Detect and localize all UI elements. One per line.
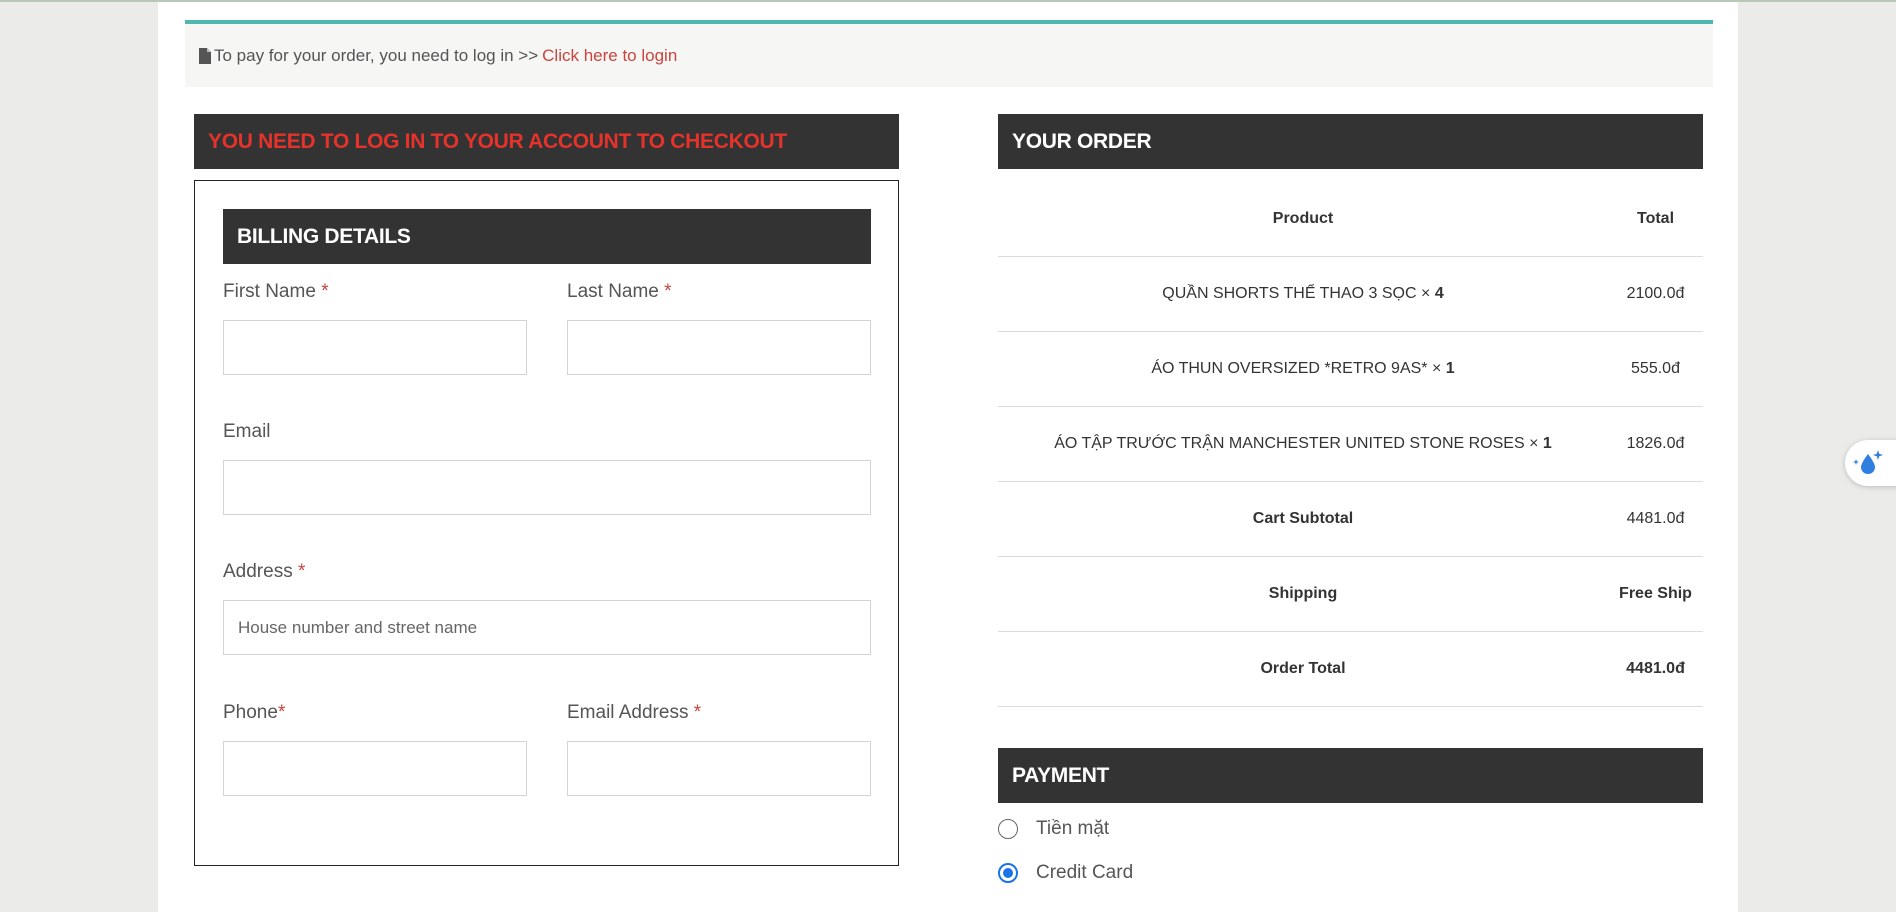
document-icon: [199, 47, 211, 64]
order-item-total: 2100.0đ: [1626, 285, 1685, 302]
order-item-total: 555.0đ: [1631, 360, 1680, 377]
order-table: Product Total QUẦN SHORTS THỂ THAO 3 SỌC…: [998, 182, 1703, 707]
payment-title: PAYMENT: [998, 748, 1703, 803]
phone-label: Phone*: [223, 702, 286, 723]
order-total-value: 4481.0đ: [1626, 660, 1685, 677]
radio-button-checked[interactable]: [998, 863, 1018, 883]
email-input[interactable]: [223, 460, 871, 515]
column-header-total: Total: [1636, 210, 1675, 227]
email-address-input[interactable]: [567, 741, 871, 796]
column-header-product: Product: [1272, 210, 1334, 227]
checkout-page: To pay for your order, you need to log i…: [158, 2, 1738, 912]
address-input[interactable]: [223, 600, 871, 655]
order-item-total: 1826.0đ: [1626, 435, 1685, 452]
your-order-title: YOUR ORDER: [998, 114, 1703, 169]
first-name-label: First Name *: [223, 281, 329, 302]
login-link[interactable]: Click here to login: [542, 46, 677, 66]
address-label: Address *: [223, 561, 306, 582]
login-notice: To pay for your order, you need to log i…: [185, 20, 1713, 87]
order-total-label: Order Total: [1260, 660, 1346, 677]
floating-extension-button[interactable]: [1845, 440, 1896, 486]
order-item-name: QUẦN SHORTS THỂ THAO 3 SỌC × 4: [1162, 285, 1444, 302]
email-label: Email: [223, 421, 271, 442]
phone-input[interactable]: [223, 741, 527, 796]
order-total-row: Order Total 4481.0đ: [998, 632, 1703, 707]
login-notice-text: To pay for your order, you need to log i…: [214, 45, 539, 65]
sparkle-drop-icon: [1853, 450, 1883, 474]
cart-subtotal-row: Cart Subtotal 4481.0đ: [998, 482, 1703, 557]
order-item-name: ÁO TẬP TRƯỚC TRẬN MANCHESTER UNITED STON…: [1054, 435, 1552, 452]
order-item-row: QUẦN SHORTS THỂ THAO 3 SỌC × 4 2100.0đ: [998, 257, 1703, 332]
billing-details-box: BILLING DETAILS First Name * Last Name *…: [194, 180, 899, 866]
order-item-row: ÁO TẬP TRƯỚC TRẬN MANCHESTER UNITED STON…: [998, 407, 1703, 482]
payment-option-cash[interactable]: Tiền mặt: [998, 818, 1109, 840]
order-table-header: Product Total: [998, 182, 1703, 257]
payment-option-label: Tiền mặt: [1036, 818, 1110, 839]
order-item-name: ÁO THUN OVERSIZED *RETRO 9AS* × 1: [1151, 360, 1455, 377]
billing-details-title: BILLING DETAILS: [223, 209, 871, 264]
shipping-value: Free Ship: [1619, 585, 1692, 602]
last-name-label: Last Name *: [567, 281, 672, 302]
cart-subtotal-value: 4481.0đ: [1626, 510, 1685, 527]
last-name-input[interactable]: [567, 320, 871, 375]
shipping-label: Shipping: [1268, 585, 1338, 602]
payment-option-label: Credit Card: [1036, 862, 1134, 883]
first-name-input[interactable]: [223, 320, 527, 375]
order-item-row: ÁO THUN OVERSIZED *RETRO 9AS* × 1 555.0đ: [998, 332, 1703, 407]
radio-button-unchecked[interactable]: [998, 819, 1018, 839]
shipping-row: Shipping Free Ship: [998, 557, 1703, 632]
payment-option-credit-card[interactable]: Credit Card: [998, 862, 1133, 884]
email-address-label: Email Address *: [567, 702, 702, 723]
cart-subtotal-label: Cart Subtotal: [1252, 510, 1354, 527]
login-required-banner: YOU NEED TO LOG IN TO YOUR ACCOUNT TO CH…: [194, 114, 899, 169]
